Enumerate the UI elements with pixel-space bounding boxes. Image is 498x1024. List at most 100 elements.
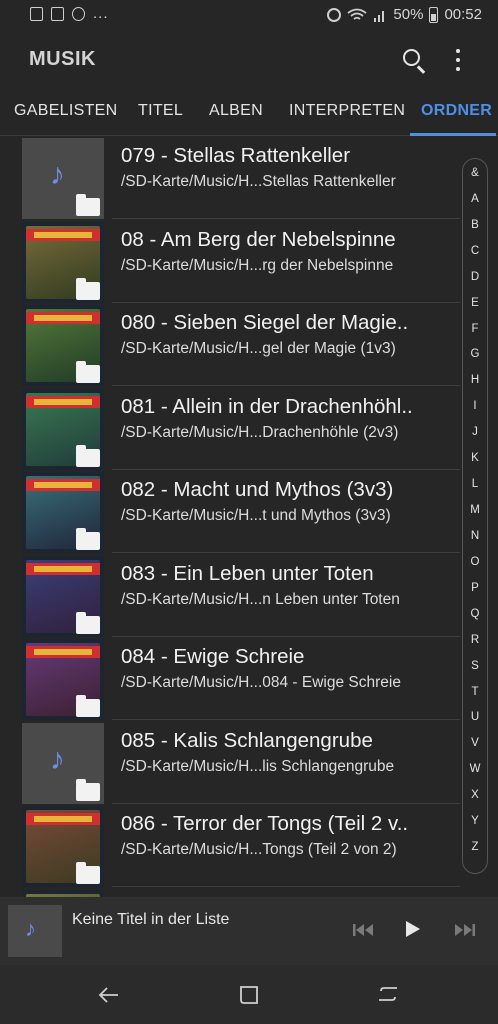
folder-path: /SD-Karte/Music/H...n Leben unter Toten bbox=[121, 591, 400, 608]
folder-path: /SD-Karte/Music/H...lis Schlangengrube bbox=[121, 758, 395, 775]
tab-albums[interactable]: ALBEN bbox=[209, 102, 263, 136]
search-button[interactable] bbox=[398, 44, 430, 76]
folder-list-item[interactable]: 082 - Macht und Mythos (3v3) /SD-Karte/Mu… bbox=[0, 471, 498, 554]
folder-title: 079 - Stellas Rattenkeller bbox=[121, 144, 351, 167]
tab-tracks[interactable]: TITEL bbox=[138, 102, 183, 136]
index-letter[interactable]: A bbox=[463, 193, 487, 205]
index-letter[interactable]: W bbox=[463, 763, 487, 775]
index-letter[interactable]: O bbox=[463, 556, 487, 568]
folder-title: 085 - Kalis Schlangengrube bbox=[121, 729, 373, 752]
more-vert-icon bbox=[456, 49, 460, 53]
mini-player[interactable]: ♪ Keine Titel in der Liste bbox=[0, 897, 498, 965]
index-letter[interactable]: I bbox=[463, 400, 487, 412]
folder-icon bbox=[76, 862, 100, 884]
folder-icon bbox=[76, 779, 100, 801]
status-notifications: ... bbox=[30, 5, 109, 22]
index-letter[interactable]: F bbox=[463, 323, 487, 335]
index-letter[interactable]: H bbox=[463, 374, 487, 386]
tab-folders[interactable]: ORDNER bbox=[410, 102, 496, 136]
folder-title: 082 - Macht und Mythos (3v3) bbox=[121, 478, 394, 501]
index-letter[interactable]: V bbox=[463, 737, 487, 749]
folder-text: 082 - Macht und Mythos (3v3) /SD-Karte/Mu… bbox=[112, 471, 460, 553]
index-letter[interactable]: M bbox=[463, 504, 487, 516]
folder-thumbnail bbox=[22, 639, 104, 720]
music-note-icon: ♪ bbox=[25, 916, 36, 941]
folder-title: 083 - Ein Leben unter Toten bbox=[121, 562, 374, 585]
index-letter[interactable]: J bbox=[463, 426, 487, 438]
folder-icon bbox=[76, 445, 100, 467]
back-button[interactable] bbox=[97, 983, 121, 1007]
status-bar: ... 50% 00:52 bbox=[0, 0, 498, 34]
folder-thumbnail bbox=[22, 305, 104, 386]
index-letter[interactable]: Q bbox=[463, 608, 487, 620]
folder-list-item[interactable]: 08 - Am Berg der Nebelspinne/SD-Karte/Mu… bbox=[0, 221, 498, 304]
folder-path: /SD-Karte/Music/H...Stellas Rattenkeller bbox=[121, 173, 396, 190]
folder-list-item[interactable] bbox=[0, 889, 498, 897]
signal-icon bbox=[374, 10, 385, 22]
index-letter[interactable]: L bbox=[463, 478, 487, 490]
tab-playlists[interactable]: GABELISTEN bbox=[14, 102, 117, 136]
folder-list-item[interactable]: 080 - Sieben Siegel der Magie.. /SD-Karte… bbox=[0, 304, 498, 387]
folder-path: /SD-Karte/Music/H...Drachenhöhle (2v3) bbox=[121, 424, 399, 441]
notification-blocked-icon bbox=[72, 7, 85, 21]
app-bar: MUSIK bbox=[0, 34, 498, 86]
index-letter[interactable]: K bbox=[463, 452, 487, 464]
index-letter[interactable]: N bbox=[463, 530, 487, 542]
next-button[interactable] bbox=[454, 923, 476, 937]
more-notifications-indicator: ... bbox=[93, 5, 109, 22]
alphabet-index[interactable]: & A B C D E F G H I J K L M N O P Q R S T U V W X Y Z bbox=[462, 158, 488, 874]
folder-thumbnail bbox=[22, 806, 104, 887]
folder-list-item[interactable]: 081 - Allein in der Drachenhöhl.. /SD-Kar… bbox=[0, 388, 498, 471]
folder-list-item[interactable]: 086 - Terror der Tongs (Teil 2 v.. /SD-Ka… bbox=[0, 805, 498, 888]
folder-icon bbox=[76, 528, 100, 550]
wifi-icon bbox=[347, 8, 367, 20]
folder-list[interactable]: ♪ 079 - Stellas Rattenkeller/SD-Karte/Mus… bbox=[0, 137, 498, 897]
recent-apps-button[interactable] bbox=[376, 983, 400, 1007]
index-letter[interactable]: E bbox=[463, 297, 487, 309]
folder-text: 081 - Allein in der Drachenhöhl.. /SD-Kar… bbox=[112, 388, 460, 470]
search-icon bbox=[403, 49, 420, 66]
index-letter[interactable]: & bbox=[463, 167, 487, 179]
folder-title: 080 - Sieben Siegel der Magie.. bbox=[121, 311, 409, 334]
folder-text: 084 - Ewige Schreie/SD-Karte/Music/H...0… bbox=[112, 638, 460, 720]
index-letter[interactable]: U bbox=[463, 711, 487, 723]
index-letter[interactable]: X bbox=[463, 789, 487, 801]
folder-list-item[interactable]: ♪ 085 - Kalis Schlangengrube/SD-Karte/Mus… bbox=[0, 722, 498, 805]
battery-percent: 50% bbox=[393, 6, 424, 23]
index-letter[interactable]: T bbox=[463, 686, 487, 698]
system-nav-bar bbox=[0, 965, 498, 1024]
folder-list-item[interactable]: ♪ 079 - Stellas Rattenkeller/SD-Karte/Mus… bbox=[0, 137, 498, 220]
tab-bar: GABELISTEN TITEL ALBEN INTERPRETEN ORDNE… bbox=[0, 92, 498, 136]
index-letter[interactable]: R bbox=[463, 634, 487, 646]
player-album-art: ♪ bbox=[8, 905, 62, 957]
alarm-icon bbox=[327, 7, 342, 22]
folder-title: 086 - Terror der Tongs (Teil 2 v.. bbox=[121, 812, 409, 835]
folder-thumbnail bbox=[22, 556, 104, 637]
home-button[interactable] bbox=[237, 983, 261, 1007]
previous-button[interactable] bbox=[352, 923, 374, 937]
index-letter[interactable]: Y bbox=[463, 815, 487, 827]
folder-path: /SD-Karte/Music/H...rg der Nebelspinne bbox=[121, 257, 394, 274]
more-options-button[interactable] bbox=[448, 46, 468, 74]
folder-path: /SD-Karte/Music/H...gel der Magie (1v3) bbox=[121, 340, 396, 357]
index-letter[interactable]: S bbox=[463, 660, 487, 672]
folder-list-item[interactable]: 084 - Ewige Schreie/SD-Karte/Music/H...0… bbox=[0, 638, 498, 721]
index-letter[interactable]: C bbox=[463, 245, 487, 257]
music-note-icon: ♪ bbox=[50, 743, 65, 776]
folder-text: 085 - Kalis Schlangengrube/SD-Karte/Musi… bbox=[112, 722, 460, 804]
folder-list-item[interactable]: 083 - Ein Leben unter Toten/SD-Karte/Mus… bbox=[0, 555, 498, 638]
index-letter[interactable]: P bbox=[463, 582, 487, 594]
folder-text: 083 - Ein Leben unter Toten/SD-Karte/Mus… bbox=[112, 555, 460, 637]
folder-text: 086 - Terror der Tongs (Teil 2 v.. /SD-Ka… bbox=[112, 805, 460, 887]
folder-thumbnail bbox=[22, 389, 104, 470]
folder-text: 080 - Sieben Siegel der Magie.. /SD-Karte… bbox=[112, 304, 460, 386]
folder-title: 081 - Allein in der Drachenhöhl.. bbox=[121, 395, 413, 418]
folder-icon bbox=[76, 361, 100, 383]
folder-thumbnail: ♪ bbox=[22, 138, 104, 219]
play-button[interactable] bbox=[402, 919, 422, 939]
index-letter[interactable]: B bbox=[463, 219, 487, 231]
index-letter[interactable]: G bbox=[463, 348, 487, 360]
index-letter[interactable]: Z bbox=[463, 841, 487, 853]
index-letter[interactable]: D bbox=[463, 271, 487, 283]
tab-artists[interactable]: INTERPRETEN bbox=[289, 102, 405, 136]
